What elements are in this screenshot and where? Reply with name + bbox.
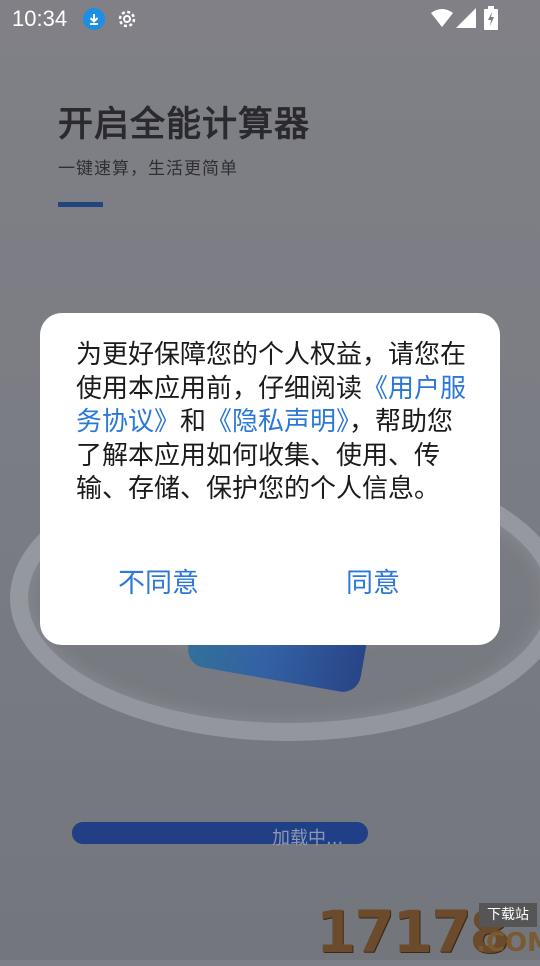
- status-time: 10:34: [12, 6, 68, 31]
- status-bar: 10:34: [0, 0, 540, 38]
- page-subtitle: 一键速算，生活更简单: [58, 159, 238, 179]
- watermark-domain: .COM: [476, 928, 540, 958]
- watermark-badge: 下载站: [479, 903, 537, 927]
- page-title: 开启全能计算器: [58, 105, 311, 145]
- loading-text: 加载中...: [272, 828, 344, 849]
- download-icon: [83, 8, 105, 30]
- agree-button[interactable]: 同意: [346, 561, 400, 600]
- signal-icon: [456, 8, 476, 28]
- privacy-dialog: 为更好保障您的个人权益，请您在使用本应用前，仔细阅读《用户服务协议》和《隐私声明…: [40, 313, 500, 645]
- disagree-button[interactable]: 不同意: [118, 561, 199, 600]
- loading-progress-fill: [72, 822, 274, 844]
- wifi-icon: [431, 9, 453, 27]
- dialog-message: 为更好保障您的个人权益，请您在使用本应用前，仔细阅读《用户服务协议》和《隐私声明…: [76, 339, 476, 507]
- dialog-text-and: 和: [180, 407, 207, 437]
- privacy-link[interactable]: 《隐私声明》: [206, 407, 349, 437]
- title-underline: [58, 202, 103, 207]
- gear-icon: [118, 10, 136, 28]
- battery-icon: [484, 6, 498, 30]
